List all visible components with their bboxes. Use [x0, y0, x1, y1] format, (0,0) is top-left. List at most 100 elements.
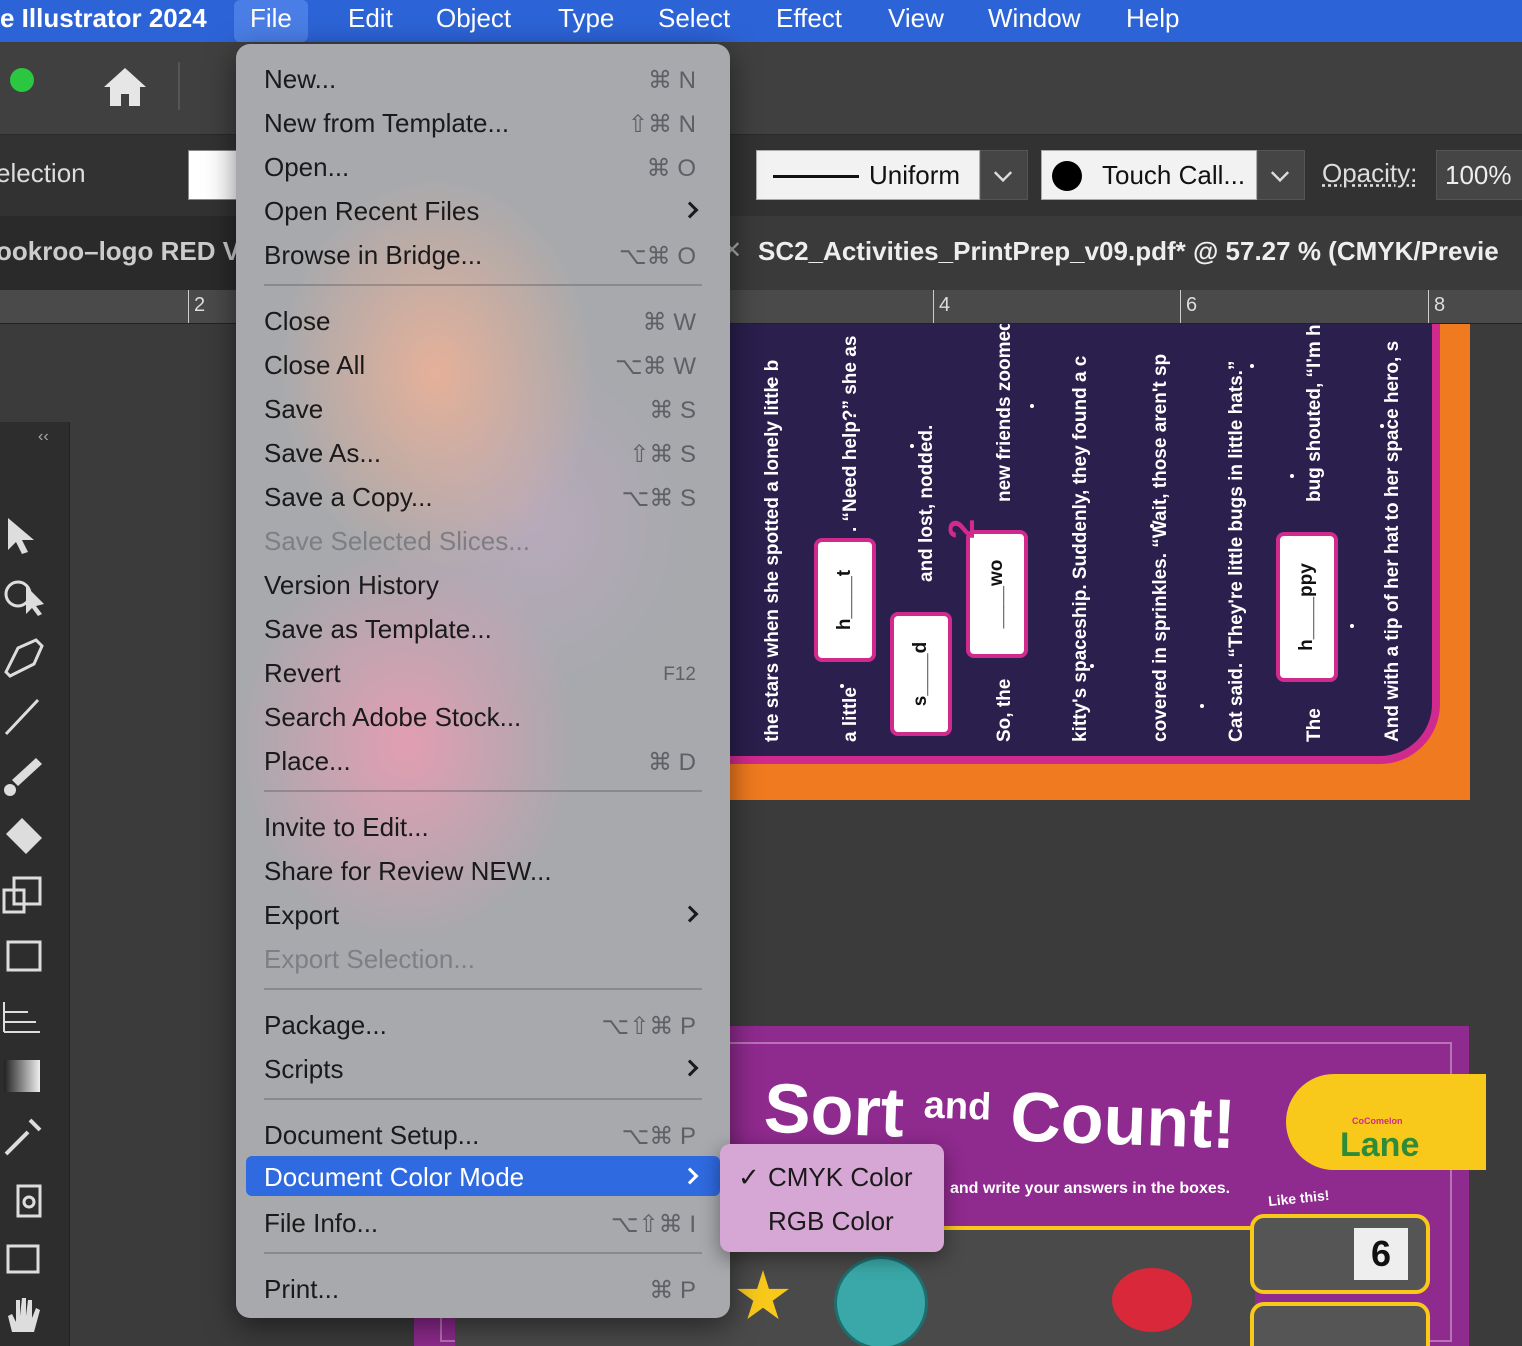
opacity-label[interactable]: Opacity: [1322, 158, 1417, 189]
chevron-right-icon [681, 1167, 699, 1185]
brush-tool-icon[interactable] [0, 752, 56, 800]
brush-select[interactable]: Touch Call... [1041, 150, 1257, 200]
app-name[interactable]: e Illustrator 2024 [0, 3, 207, 34]
menu-select[interactable]: Select [658, 3, 730, 34]
fill-in-blank[interactable]: h____ppy [1276, 532, 1338, 682]
menu-label: Open Recent Files [264, 196, 480, 226]
fill-swatch[interactable] [188, 150, 238, 200]
star-decoration [910, 444, 914, 448]
menu-item-new-from-template[interactable]: New from Template... ⇧⌘ N [236, 102, 730, 142]
menu-item-share-for-review[interactable]: Share for Review NEW... [236, 850, 730, 890]
menu-label: Document Color Mode [264, 1162, 525, 1192]
stroke-profile-select[interactable]: Uniform [756, 150, 980, 200]
menu-item-invite-to-edit[interactable]: Invite to Edit... [236, 806, 730, 846]
chevron-down-icon [1270, 163, 1290, 183]
eyedropper-tool-icon[interactable] [0, 1112, 56, 1160]
menu-item-save-as[interactable]: Save As... ⇧⌘ S [236, 432, 730, 472]
menu-item-save-as-template[interactable]: Save as Template... [236, 608, 730, 648]
menu-item-scripts[interactable]: Scripts [236, 1048, 730, 1088]
blank-letters: ____wo [986, 559, 1007, 629]
menu-item-package[interactable]: Package... ⌥⇧⌘ P [236, 1004, 730, 1044]
answer-box[interactable] [1250, 1302, 1430, 1346]
blank-letters: h____t [834, 569, 855, 631]
hand-tool-icon[interactable] [0, 1292, 56, 1340]
window-zoom-button[interactable] [10, 68, 34, 92]
artboard-tool-icon[interactable] [0, 932, 56, 980]
selection-tool-icon[interactable] [0, 512, 56, 560]
perspective-grid-icon[interactable] [0, 992, 56, 1040]
lasso-tool-icon[interactable] [0, 572, 56, 620]
menu-type[interactable]: Type [558, 3, 614, 34]
menu-item-close[interactable]: Close ⌘ W [236, 300, 730, 340]
ruler-label: 2 [194, 294, 206, 316]
story-panel: the stars when she spotted a lonely litt… [730, 324, 1440, 764]
ruler-mark [1428, 290, 1429, 323]
menu-item-place[interactable]: Place... ⌘ D [236, 740, 730, 780]
star-decoration [1200, 704, 1204, 708]
submenu-item-rgb[interactable]: RGB Color [720, 1200, 944, 1242]
fill-in-blank[interactable]: ____wo [966, 530, 1028, 658]
menu-label: Scripts [264, 1054, 344, 1084]
menu-help[interactable]: Help [1126, 3, 1179, 34]
menu-item-open[interactable]: Open... ⌘ O [236, 146, 730, 186]
home-icon[interactable] [100, 62, 150, 112]
submenu-item-cmyk[interactable]: ✓ CMYK Color [720, 1156, 944, 1198]
menu-effect[interactable]: Effect [776, 3, 842, 34]
menu-item-close-all[interactable]: Close All ⌥⌘ W [236, 344, 730, 384]
menu-item-browse-bridge[interactable]: Browse in Bridge... ⌥⌘ O [236, 234, 730, 274]
menu-label: Browse in Bridge... [264, 240, 483, 270]
menu-label: Export Selection... [264, 944, 475, 974]
menu-item-file-info[interactable]: File Info... ⌥⇧⌘ I [236, 1202, 730, 1242]
menu-label: Export [264, 900, 340, 930]
eraser-tool-icon[interactable] [0, 812, 56, 860]
menu-shortcut: ⇧⌘ N [627, 111, 696, 138]
menu-item-version-history[interactable]: Version History [236, 564, 730, 604]
stroke-profile-dropdown[interactable] [980, 150, 1028, 200]
horizontal-ruler[interactable]: 2 4 6 8 [0, 290, 1522, 324]
story-line: Cat said. “They're little bugs in little… [1226, 360, 1247, 742]
answer-box-example: 6 [1250, 1214, 1430, 1294]
menu-object[interactable]: Object [436, 3, 511, 34]
menu-item-document-setup[interactable]: Document Setup... ⌥⌘ P [236, 1114, 730, 1154]
ruler-mark [188, 290, 189, 323]
slice-tool-icon[interactable] [0, 1232, 56, 1280]
scale-tool-icon[interactable] [0, 872, 56, 920]
symbol-sprayer-icon[interactable] [0, 1172, 56, 1220]
title-and: and [923, 1084, 993, 1129]
story-line: the stars when she spotted a lonely litt… [762, 359, 783, 742]
menu-shortcut: ⌘ O [646, 155, 696, 182]
menu-item-search-stock[interactable]: Search Adobe Stock... [236, 696, 730, 736]
menu-item-print[interactable]: Print... ⌘ P [236, 1268, 730, 1308]
gradient-tool-icon[interactable] [0, 1052, 56, 1100]
blank-letters: h____ppy [1296, 563, 1317, 651]
menu-item-open-recent[interactable]: Open Recent Files [236, 190, 730, 230]
menu-label: Share for Review NEW... [264, 856, 552, 886]
chevron-right-icon [681, 1059, 699, 1077]
fill-in-blank[interactable]: h____t [814, 538, 876, 662]
ruler-label: 8 [1434, 294, 1446, 316]
collapse-icon[interactable]: ‹‹ [38, 428, 49, 446]
menu-edit[interactable]: Edit [348, 3, 393, 34]
menu-view[interactable]: View [888, 3, 944, 34]
menu-shortcut: F12 [663, 664, 696, 685]
menu-item-revert[interactable]: Revert F12 [236, 652, 730, 692]
line-tool-icon[interactable] [0, 692, 56, 740]
menu-separator [264, 1252, 702, 1254]
opacity-input[interactable]: 100% [1436, 150, 1522, 200]
menu-item-export[interactable]: Export [236, 894, 730, 934]
menu-item-new[interactable]: New... ⌘ N [236, 58, 730, 98]
brush-dropdown[interactable] [1257, 150, 1305, 200]
fill-in-blank[interactable]: s____d [890, 612, 952, 736]
menu-separator [264, 988, 702, 990]
menu-separator [264, 790, 702, 792]
menu-window[interactable]: Window [988, 3, 1080, 34]
menu-item-save-copy[interactable]: Save a Copy... ⌥⌘ S [236, 476, 730, 516]
menu-item-save[interactable]: Save ⌘ S [236, 388, 730, 428]
story-line: kitty's spaceship. Suddenly, they found … [1070, 355, 1091, 742]
menu-file[interactable]: File [234, 0, 308, 42]
menu-shortcut: ⇧⌘ S [629, 441, 696, 468]
menu-item-document-color-mode[interactable]: Document Color Mode [246, 1156, 720, 1196]
pen-tool-icon[interactable] [0, 632, 56, 680]
menu-label: Save [264, 394, 324, 424]
tab-logo-file[interactable]: ookroo–logo RED V [0, 236, 240, 267]
